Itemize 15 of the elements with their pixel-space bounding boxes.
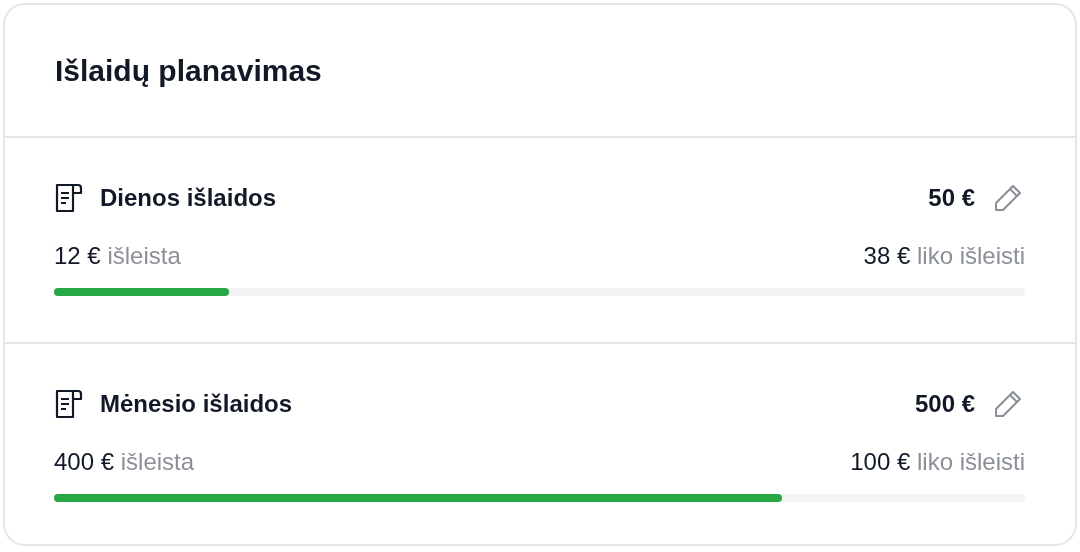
spent-label: išleista xyxy=(120,448,195,475)
spent-amount: 12 € xyxy=(54,242,101,269)
receipt-icon xyxy=(54,388,84,420)
remaining-amount: 100 € xyxy=(850,448,911,475)
remaining-label: liko išleisti xyxy=(916,448,1025,475)
spent-label: išleista xyxy=(107,242,181,269)
budget-title: Mėnesio išlaidos xyxy=(100,389,293,419)
budget-limit: 500 € xyxy=(914,389,975,419)
receipt-icon xyxy=(54,182,84,214)
card-title: Išlaidų planavimas xyxy=(55,52,322,89)
budget-title: Dienos išlaidos xyxy=(100,183,277,213)
budget-limit: 50 € xyxy=(928,183,975,213)
spent-amount: 400 € xyxy=(54,448,115,475)
remaining-label: liko išleisti xyxy=(916,242,1025,269)
remaining-amount: 38 € xyxy=(863,242,911,269)
